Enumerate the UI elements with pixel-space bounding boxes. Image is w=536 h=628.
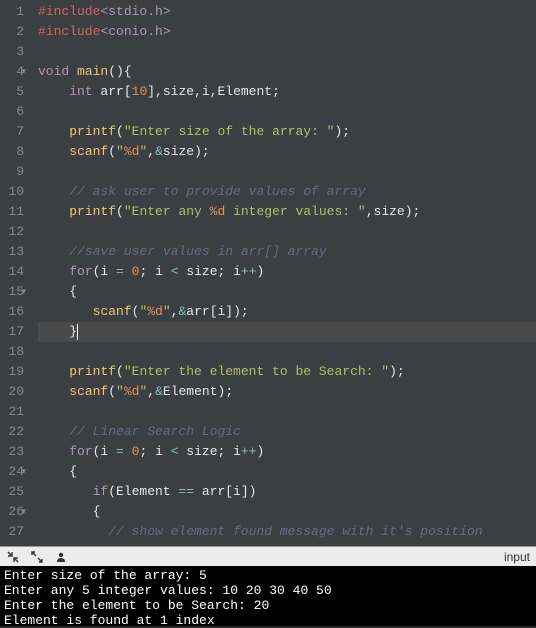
person-icon[interactable] [54, 550, 68, 564]
code-line: void main(){ [38, 62, 536, 82]
code-line [38, 402, 536, 422]
code-line: // ask user to provide values of array [38, 182, 536, 202]
code-line [38, 42, 536, 62]
code-line [38, 162, 536, 182]
line-number: 3 [6, 42, 24, 62]
line-gutter: 1 2 3 4▾ 5 6 7 8 9 10 11 12 13 14 15▾ 16… [0, 0, 32, 546]
expand-icon[interactable] [30, 550, 44, 564]
code-line: printf("Enter size of the array: "); [38, 122, 536, 142]
code-line-active: } [38, 322, 536, 342]
line-number: 2 [6, 22, 24, 42]
code-line: printf("Enter any %d integer values: ",s… [38, 202, 536, 222]
cursor [77, 324, 78, 340]
code-line: #include<stdio.h> [38, 2, 536, 22]
fold-icon[interactable]: ▾ [21, 282, 26, 302]
toolbar: input [0, 546, 536, 566]
line-number: 21 [6, 402, 24, 422]
line-number: 5 [6, 82, 24, 102]
code-area[interactable]: #include<stdio.h> #include<conio.h> void… [32, 0, 536, 546]
line-number: 26▾ [6, 502, 24, 522]
terminal-line: Enter the element to be Search: 20 [4, 598, 532, 613]
code-editor[interactable]: 1 2 3 4▾ 5 6 7 8 9 10 11 12 13 14 15▾ 16… [0, 0, 536, 546]
line-number: 11 [6, 202, 24, 222]
line-number: 6 [6, 102, 24, 122]
code-line: if(Element == arr[i]) [38, 482, 536, 502]
fold-icon[interactable]: ▾ [21, 462, 26, 482]
line-number: 8 [6, 142, 24, 162]
line-number: 25 [6, 482, 24, 502]
line-number: 4▾ [6, 62, 24, 82]
line-number: 20 [6, 382, 24, 402]
code-line: int arr[10],size,i,Element; [38, 82, 536, 102]
code-line: printf("Enter the element to be Search: … [38, 362, 536, 382]
terminal-line: Enter any 5 integer values: 10 20 30 40 … [4, 583, 532, 598]
code-line: { [38, 462, 536, 482]
line-number: 12 [6, 222, 24, 242]
code-line [38, 342, 536, 362]
line-number: 14 [6, 262, 24, 282]
line-number: 9 [6, 162, 24, 182]
code-line: { [38, 282, 536, 302]
shrink-icon[interactable] [6, 550, 20, 564]
line-number: 19 [6, 362, 24, 382]
code-line: // show element found message with it's … [38, 522, 536, 542]
line-number: 18 [6, 342, 24, 362]
code-line: scanf("%d",&size); [38, 142, 536, 162]
line-number: 15▾ [6, 282, 24, 302]
code-line [38, 102, 536, 122]
fold-icon[interactable]: ▾ [21, 62, 26, 82]
terminal-line: Enter size of the array: 5 [4, 568, 532, 583]
code-line: scanf("%d",&Element); [38, 382, 536, 402]
code-line: #include<conio.h> [38, 22, 536, 42]
line-number: 7 [6, 122, 24, 142]
code-line [38, 222, 536, 242]
code-line: scanf("%d",&arr[i]); [38, 302, 536, 322]
line-number: 13 [6, 242, 24, 262]
line-number: 22 [6, 422, 24, 442]
line-number: 27 [6, 522, 24, 542]
code-line: for(i = 0; i < size; i++) [38, 442, 536, 462]
code-line: // Linear Search Logic [38, 422, 536, 442]
line-number: 10 [6, 182, 24, 202]
fold-icon[interactable]: ▾ [21, 502, 26, 522]
line-number: 17 [6, 322, 24, 342]
code-line: //save user values in arr[] array [38, 242, 536, 262]
terminal[interactable]: Enter size of the array: 5 Enter any 5 i… [0, 566, 536, 626]
line-number: 16 [6, 302, 24, 322]
line-number: 24▾ [6, 462, 24, 482]
code-line: { [38, 502, 536, 522]
line-number: 23 [6, 442, 24, 462]
line-number: 1 [6, 2, 24, 22]
code-line: for(i = 0; i < size; i++) [38, 262, 536, 282]
input-label: input [504, 550, 530, 564]
